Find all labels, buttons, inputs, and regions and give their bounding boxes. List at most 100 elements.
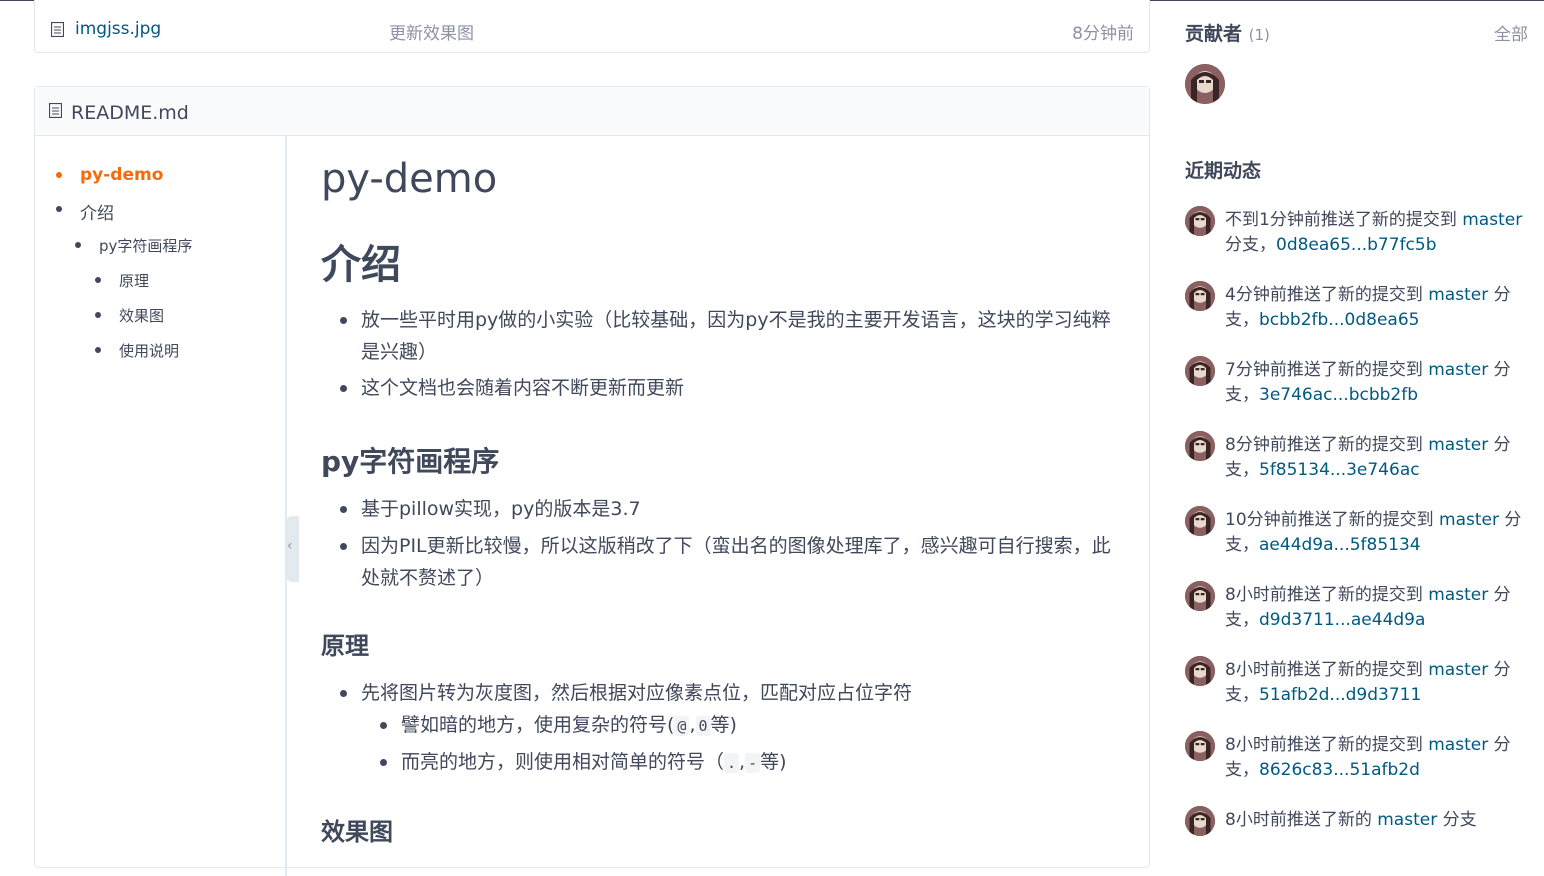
activity-text: 分支 [1437,810,1477,830]
sub-list-item: 而亮的地方，则使用相对简单的符号（., - 等) [380,746,1101,779]
contributor-avatar[interactable] [1185,64,1225,104]
toc-item-py-art[interactable]: py字符画程序 [75,235,193,256]
toc-collapse-toggle[interactable]: ‹ [285,516,299,582]
list-item-text: 譬如暗的地方，使用复杂的符号( [401,714,675,736]
activity-title: 近期动态 [1185,160,1262,182]
activity-avatar[interactable] [1185,656,1215,686]
inline-code: - [745,753,761,773]
activity-avatar[interactable] [1185,431,1215,461]
bullet [340,543,347,550]
readme-panel: README.md py-demo 介绍 py字符画程序 原理 效果图 使用说明… [34,86,1150,876]
toc-item-py-demo[interactable]: py-demo [56,165,164,185]
inline-code: 0 [695,716,711,736]
branch-link[interactable]: master [1428,735,1488,755]
activity-text: 8小时前推送了新的 [1225,810,1378,830]
list-item: 这个文档也会随着内容不断更新而更新 [340,372,1111,404]
list-item-text: 等) [760,751,787,773]
activity-text: 10分钟前推送了新的提交到 [1225,510,1440,530]
toc-bullet [95,347,101,353]
activity-avatar[interactable] [1185,356,1215,386]
toc-label: 使用说明 [119,342,180,360]
branch-link[interactable]: master [1428,435,1488,455]
toc-label: 原理 [119,272,150,290]
toc-label: py-demo [80,165,164,185]
toc-bullet [56,206,62,212]
activity-text: 8小时前推送了新的提交到 [1225,660,1429,680]
separator: , [689,714,696,736]
heading-py-art: py字符画程序 [321,445,500,478]
activity-item: 不到1分钟前推送了新的提交到 master 分支，0d8ea65...b77fc5… [1225,208,1525,258]
contributors-count: (1) [1248,26,1270,44]
activity-item: 7分钟前推送了新的提交到 master 分支，3e746ac...bcbb2fb [1225,358,1525,408]
toc-item-principle[interactable]: 原理 [95,270,150,291]
bullet [380,722,387,729]
list-item-text: 基于pillow实现，py的版本是3.7 [361,498,641,520]
commit-message-link[interactable]: 更新效果图 [389,19,474,44]
list-item: 因为PIL更新比较慢，所以这版稍改了下（蛮出名的图像处理库了，感兴趣可自行搜索，… [340,530,1111,594]
commit-range-link[interactable]: 8626c83...51afb2d [1259,760,1420,780]
readme-heading-title: py-demo [321,156,498,202]
branch-link[interactable]: master [1428,285,1488,305]
activity-item: 10分钟前推送了新的提交到 master 分支，ae44d9a...5f8513… [1225,508,1525,558]
inline-code: . [724,753,740,773]
list-item-text: 放一些平时用py做的小实验（比较基础，因为py不是我的主要开发语言，这块的学习纯… [361,309,1111,363]
commit-range-link[interactable]: bcbb2fb...0d8ea65 [1259,310,1419,330]
activity-avatar[interactable] [1185,581,1215,611]
branch-link[interactable]: master [1428,660,1488,680]
heading-principle: 原理 [321,632,369,660]
commit-range-link[interactable]: d9d3711...ae44d9a [1259,610,1425,630]
commit-range-link[interactable]: 51afb2d...d9d3711 [1259,685,1421,705]
branch-link[interactable]: master [1462,210,1522,230]
toc-item-intro[interactable]: 介绍 [56,199,114,224]
bullet [340,690,347,697]
toc-bullet [95,312,101,318]
list-item: 先将图片转为灰度图，然后根据对应像素点位，匹配对应占位字符 [340,677,1111,709]
commit-range-link[interactable]: ae44d9a...5f85134 [1259,535,1421,555]
activity-text: 8分钟前推送了新的提交到 [1225,435,1429,455]
toc-bullet [95,277,101,283]
activity-avatar[interactable] [1185,281,1215,311]
readme-header: README.md [35,87,1149,136]
activity-avatar[interactable] [1185,806,1215,836]
branch-link[interactable]: master [1428,360,1488,380]
activity-text: 7分钟前推送了新的提交到 [1225,360,1429,380]
activity-item: 8分钟前推送了新的提交到 master 分支，5f85134...3e746ac [1225,433,1525,483]
list-item-text: 先将图片转为灰度图，然后根据对应像素点位，匹配对应占位字符 [361,682,913,704]
bullet [380,759,387,766]
toc-bullet [56,172,62,178]
list-item-text: 等) [710,714,737,736]
activity-avatar[interactable] [1185,506,1215,536]
activity-avatar[interactable] [1185,206,1215,236]
activity-text: 不到1分钟前推送了新的提交到 [1225,210,1463,230]
activity-item: 4分钟前推送了新的提交到 master 分支，bcbb2fb...0d8ea65 [1225,283,1525,333]
toc-item-usage[interactable]: 使用说明 [95,340,180,361]
branch-link[interactable]: master [1428,585,1488,605]
bullet [340,385,347,392]
heading-effect: 效果图 [321,818,393,846]
commit-range-link[interactable]: 3e746ac...bcbb2fb [1259,385,1418,405]
branch-link[interactable]: master [1377,810,1437,830]
commit-range-link[interactable]: 5f85134...3e746ac [1259,460,1420,480]
file-name-link[interactable]: imgjss.jpg [75,19,161,39]
toc-label: py字符画程序 [99,237,193,255]
commit-time: 8分钟前 [1072,24,1134,44]
branch-link[interactable]: master [1439,510,1499,530]
all-contributors-link[interactable]: 全部 [1494,20,1528,45]
readme-file-icon [48,102,63,122]
commit-range-link[interactable]: 0d8ea65...b77fc5b [1276,235,1437,255]
sub-list-item: 譬如暗的地方，使用复杂的符号(@, 0 等) [380,709,1101,742]
toc-item-effect[interactable]: 效果图 [95,305,165,326]
bullet [340,317,347,324]
contributors-title: 贡献者 (1) [1185,19,1270,46]
list-item: 基于pillow实现，py的版本是3.7 [340,493,1111,525]
readme-title: README.md [71,102,189,124]
toc-label: 效果图 [119,307,165,325]
activity-avatar[interactable] [1185,731,1215,761]
activity-text: 4分钟前推送了新的提交到 [1225,285,1429,305]
activity-item: 8小时前推送了新的提交到 master 分支，51afb2d...d9d3711 [1225,658,1525,708]
file-list-row: imgjss.jpg 更新效果图 8分钟前 [34,0,1150,53]
activity-item: 8小时前推送了新的提交到 master 分支，d9d3711...ae44d9a [1225,583,1525,633]
chevron-left-icon: ‹ [287,538,293,554]
activity-text: 8小时前推送了新的提交到 [1225,585,1429,605]
list-item: 放一些平时用py做的小实验（比较基础，因为py不是我的主要开发语言，这块的学习纯… [340,304,1111,368]
